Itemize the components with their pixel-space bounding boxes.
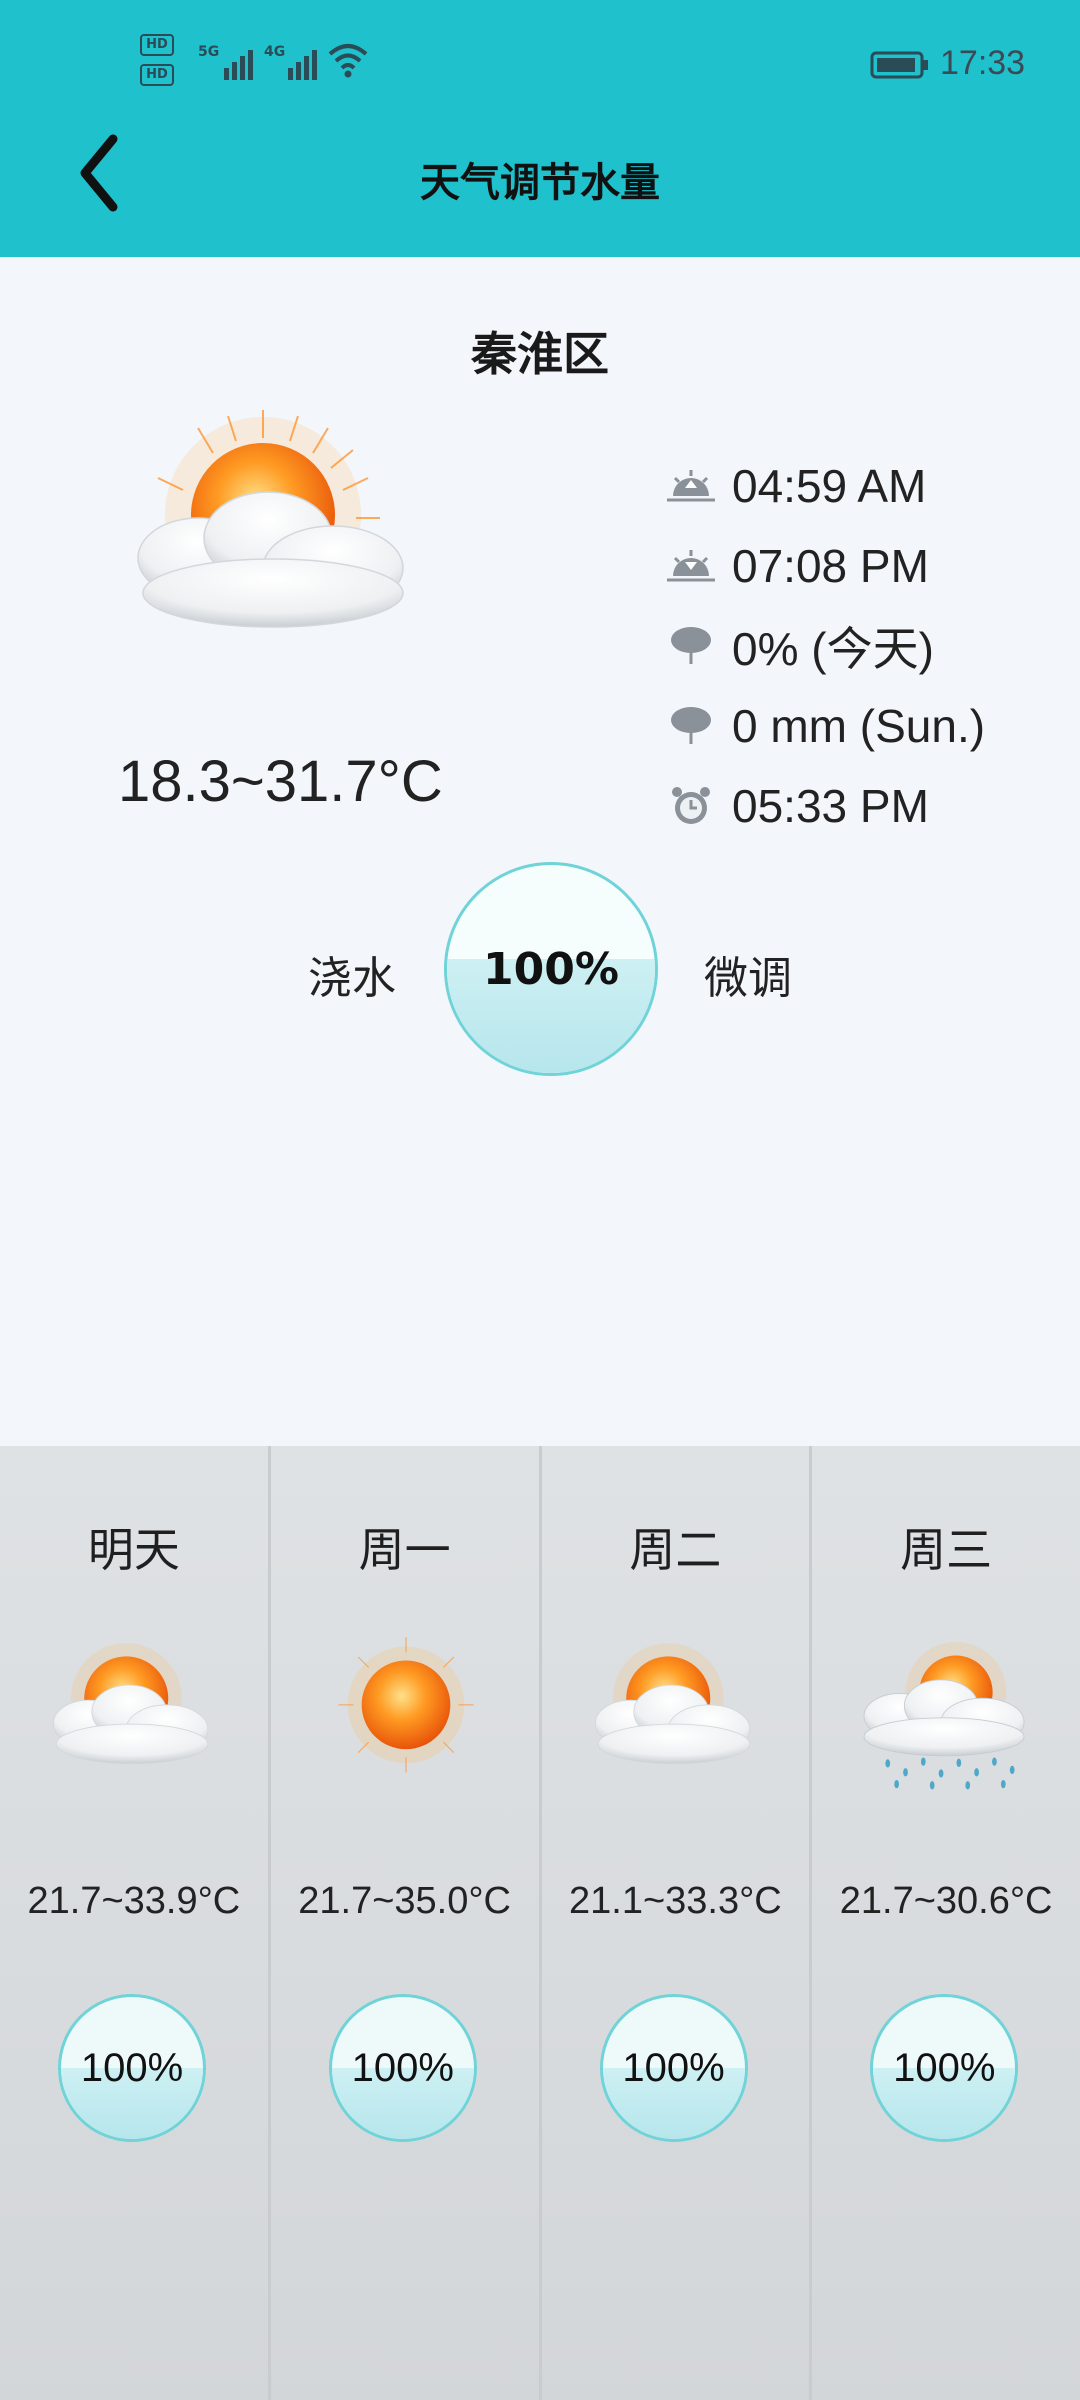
forecast-day[interactable]: 明天 21.7~33.9°C 100%: [0, 1446, 271, 2400]
district-name: 秦淮区: [471, 327, 609, 381]
rain-cloud-icon: [664, 621, 718, 671]
forecast-day-name: 明天: [87, 1523, 180, 1577]
watering-label: 浇水: [308, 953, 396, 1004]
status-bar: HD HD 5G 4G 17:33: [0, 0, 1080, 128]
partly-cloudy-icon: [52, 1643, 209, 1765]
forecast-temp: 21.7~35.0°C: [298, 1880, 511, 1922]
today-temp-range: 18.3~31.7°C: [118, 749, 443, 814]
rain-amount-row: 0 mm (Sun.): [664, 686, 985, 766]
signal2-label: 4G: [264, 44, 286, 60]
adjust-label[interactable]: 微调: [704, 942, 792, 1006]
forecast-day-name: 周一: [358, 1523, 451, 1577]
forecast-day[interactable]: 周一 21.7~35.0°C 100%: [270, 1446, 542, 2400]
hd1-badge: HD: [140, 34, 174, 56]
forecast-water-gauge[interactable]: 100%: [58, 1994, 206, 2142]
sunset-row: 07:08 PM: [664, 526, 985, 606]
forecast-day-name: 周三: [900, 1523, 993, 1577]
forecast-day[interactable]: 周二 21.1~33.3°C 100%: [541, 1446, 813, 2400]
sunset-time: 07:08 PM: [732, 540, 929, 592]
alarm-clock-icon: [664, 781, 718, 831]
hd-badges: HD HD: [140, 34, 192, 94]
forecast-day-name: 周二: [629, 1523, 722, 1577]
forecast-water-gauge[interactable]: 100%: [870, 1994, 1019, 2142]
forecast-water-gauge[interactable]: 100%: [328, 1994, 477, 2142]
water-percent-text: 100%: [483, 943, 619, 995]
forecast-percent: 100%: [893, 2045, 996, 2090]
app-header: HD HD 5G 4G 17:33 天气调节水量: [0, 0, 1080, 257]
forecast-percent: 100%: [80, 2045, 184, 2090]
page-title: 天气调节水量: [420, 160, 660, 206]
partly-cloudy-icon: [137, 410, 404, 628]
sunrise-row: 04:59 AM: [664, 446, 985, 526]
sunset-icon: [664, 541, 718, 591]
forecast-panel: 明天 21.7~33.9°C 100% 周一 21.7~35.0°C 100% …: [0, 1446, 1080, 2400]
partly-cloudy-icon: [594, 1643, 750, 1765]
water-level-gauge[interactable]: 100%: [444, 862, 658, 1076]
signal1-label: 5G: [198, 44, 220, 60]
watering-row: 浇水 100% 微调: [0, 862, 1080, 1082]
forecast-water-gauge[interactable]: 100%: [599, 1994, 748, 2142]
forecast-percent: 100%: [622, 2045, 725, 2090]
rain-chance: 0% (今天): [732, 623, 934, 675]
battery-icon: [870, 51, 928, 79]
alarm-time: 05:33 PM: [732, 780, 929, 832]
rain-chance-row: 0% (今天): [664, 606, 985, 686]
forecast-temp: 21.1~33.3°C: [569, 1880, 782, 1922]
forecast-percent: 100%: [351, 2045, 454, 2090]
rain-cloud-icon: [664, 701, 718, 751]
sunrise-icon: [664, 461, 718, 511]
status-clock: 17:33: [940, 44, 1026, 82]
sunny-icon: [338, 1637, 474, 1773]
forecast-temp: 21.7~33.9°C: [27, 1880, 241, 1922]
rain-icon: [863, 1641, 1025, 1790]
rain-amount: 0 mm (Sun.): [732, 700, 986, 752]
weather-info-list: 04:59 AM 07:08 PM 0% (今天) 0 mm (Sun.) 05…: [664, 446, 985, 846]
hd2-badge: HD: [140, 64, 174, 86]
wifi-icon: [328, 44, 368, 78]
forecast-temp: 21.7~30.6°C: [839, 1880, 1053, 1922]
sunrise-time: 04:59 AM: [732, 460, 927, 512]
alarm-row: 05:33 PM: [664, 766, 985, 846]
forecast-day[interactable]: 周三 21.7~30.6°C 100%: [812, 1446, 1080, 2400]
